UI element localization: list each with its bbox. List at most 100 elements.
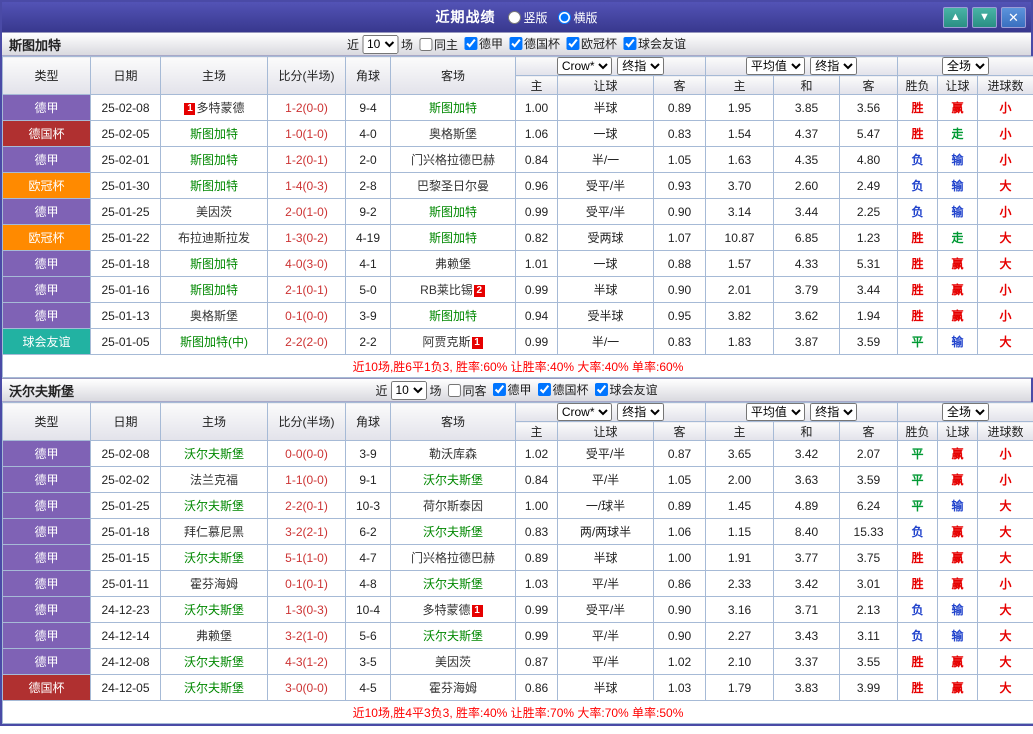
result-goals: 小: [977, 466, 1033, 493]
col-date: 日期: [90, 56, 161, 95]
eu-average-select[interactable]: 平均值: [745, 57, 805, 75]
league-checkbox[interactable]: [566, 37, 580, 50]
ah-final-odds-select[interactable]: 终指: [617, 57, 665, 75]
result-handicap: 赢: [937, 544, 979, 571]
same-venue-filter[interactable]: 同主: [418, 36, 458, 53]
league-checkbox[interactable]: [509, 37, 523, 50]
ah-home-odds: 0.83: [515, 518, 558, 545]
league-type-badge: 球会友谊: [2, 328, 91, 355]
result-handicap: 赢: [937, 250, 979, 277]
ah-line: 受平/半: [557, 198, 654, 225]
league-filter-group: 德甲 德国杯 球会友谊: [487, 381, 658, 399]
league-filter-item[interactable]: 德甲: [463, 35, 503, 52]
ah-away-odds: 1.06: [652, 518, 707, 545]
match-score: 1-2(0-1): [267, 146, 346, 173]
league-filter-item[interactable]: 球会友谊: [594, 381, 658, 398]
ah-away-odds: 1.05: [652, 466, 707, 493]
league-checkbox[interactable]: [537, 383, 551, 396]
eu-final-odds-select[interactable]: 终指: [810, 403, 858, 421]
away-team: 门兴格拉德巴赫: [390, 544, 516, 571]
ah-line: 一/球半: [557, 492, 654, 519]
corner-score: 4-19: [345, 224, 391, 251]
title-group: 近期战绩 竖版 横版: [435, 7, 597, 27]
league-filter-item[interactable]: 德国杯: [537, 381, 589, 398]
vertical-radio[interactable]: [507, 10, 521, 24]
match-score: 4-0(3-0): [267, 250, 346, 277]
col-ah-home: 主: [515, 75, 558, 95]
league-filter-item[interactable]: 欧冠杯: [566, 35, 617, 52]
result-handicap: 赢: [937, 276, 979, 303]
match-date: 25-01-16: [90, 276, 161, 303]
same-venue-checkbox[interactable]: [447, 383, 461, 397]
same-venue-checkbox[interactable]: [418, 37, 432, 51]
eu-away-odds: 3.56: [839, 94, 899, 121]
same-venue-filter[interactable]: 同客: [447, 382, 487, 399]
league-filter-item[interactable]: 球会友谊: [623, 35, 686, 52]
home-team: 斯图加特: [160, 146, 268, 173]
match-score: 1-0(1-0): [267, 120, 346, 147]
match-row: 德甲 25-02-01 斯图加特 1-2(0-1) 2-0 门兴格拉德巴赫 0.84 半/一 1…: [2, 146, 1033, 173]
home-team-label: 法兰克福: [189, 473, 238, 487]
match-row: 德甲 25-02-02 法兰克福 1-1(0-0) 9-1 沃尔夫斯堡 0.84 平/半 1.0…: [2, 466, 1033, 493]
result-handicap: 赢: [937, 674, 979, 701]
eu-draw-odds: 3.42: [773, 570, 841, 597]
match-row: 德甲 25-01-11 霍芬海姆 0-1(0-1) 4-8 沃尔夫斯堡 1.03 平/半 0.8…: [2, 570, 1033, 597]
eu-away-odds: 1.23: [839, 224, 899, 251]
scope-select[interactable]: 全场: [942, 57, 990, 75]
close-button[interactable]: ✕: [1001, 6, 1026, 28]
eu-final-odds-select[interactable]: 终指: [810, 57, 858, 75]
league-checkbox[interactable]: [463, 37, 477, 50]
match-row: 德甲 25-02-08 1 多特蒙德 1-2(0-0) 9-4 斯图加特 1.00 半球 0.89…: [2, 94, 1033, 121]
move-up-button[interactable]: ▲: [943, 6, 968, 28]
league-checkbox-label: 球会友谊: [609, 383, 658, 397]
home-team: 斯图加特: [160, 120, 268, 147]
home-team-label: 沃尔夫斯堡: [183, 681, 244, 695]
ah-away-odds: 0.90: [652, 276, 707, 303]
home-team: 斯图加特: [160, 250, 268, 277]
home-team-label: 布拉迪斯拉发: [177, 231, 250, 245]
ah-final-odds-select[interactable]: 终指: [617, 403, 665, 421]
col-result-handicap: 让球: [937, 421, 979, 441]
ah-home-odds: 0.94: [515, 302, 558, 329]
away-team: 沃尔夫斯堡: [390, 466, 516, 493]
team-section-header: 沃尔夫斯堡 近 10 场 同客 德甲 德国杯 球会友谊: [2, 378, 1031, 402]
eu-average-select[interactable]: 平均值: [745, 403, 805, 421]
result-wdl: 负: [897, 198, 939, 225]
results-table: 类型 日期 主场 比分(半场) 角球 客场 Crow* 终指 平均值 终指 全场: [1, 56, 1033, 378]
ah-line: 平/半: [557, 622, 654, 649]
games-label: 场: [429, 383, 442, 398]
move-down-button[interactable]: ▼: [972, 6, 997, 28]
layout-horizontal-option[interactable]: 横版: [557, 9, 598, 26]
layout-vertical-option[interactable]: 竖版: [507, 9, 548, 26]
ah-line: 半/一: [557, 328, 654, 355]
results-rows: 德甲 25-02-08 沃尔夫斯堡 0-0(0-0) 3-9 勒沃库森 1.02 受平/半 0.…: [2, 440, 1033, 701]
match-count-select[interactable]: 10: [390, 380, 427, 400]
result-wdl: 负: [897, 518, 939, 545]
away-team: 阿贾克斯 1: [390, 328, 516, 355]
eu-home-odds: 2.33: [705, 570, 775, 597]
league-filter-item[interactable]: 德国杯: [509, 35, 560, 52]
bookmaker-select[interactable]: Crow*: [556, 57, 612, 75]
home-team-label: 沃尔夫斯堡: [183, 655, 244, 669]
league-checkbox[interactable]: [623, 37, 637, 50]
horizontal-radio[interactable]: [557, 10, 571, 24]
ah-home-odds: 1.01: [515, 250, 558, 277]
eu-away-odds: 3.75: [839, 544, 899, 571]
home-team-label: 沃尔夫斯堡: [183, 603, 244, 617]
league-filter-item[interactable]: 德甲: [492, 381, 532, 398]
eu-draw-odds: 3.42: [773, 440, 841, 467]
eu-away-odds: 2.25: [839, 198, 899, 225]
eu-draw-odds: 3.79: [773, 276, 841, 303]
bookmaker-select[interactable]: Crow*: [556, 403, 612, 421]
away-team-label: 巴黎圣日尔曼: [416, 179, 489, 193]
scope-select[interactable]: 全场: [942, 403, 990, 421]
match-date: 25-01-15: [90, 544, 161, 571]
result-handicap: 赢: [937, 302, 979, 329]
league-checkbox[interactable]: [594, 383, 608, 396]
match-score: 1-1(0-0): [267, 466, 346, 493]
match-count-select[interactable]: 10: [361, 34, 398, 54]
league-checkbox[interactable]: [492, 383, 506, 396]
eu-home-odds: 2.00: [705, 466, 775, 493]
ah-line: 半/一: [557, 146, 654, 173]
league-type-badge: 德甲: [2, 622, 91, 649]
